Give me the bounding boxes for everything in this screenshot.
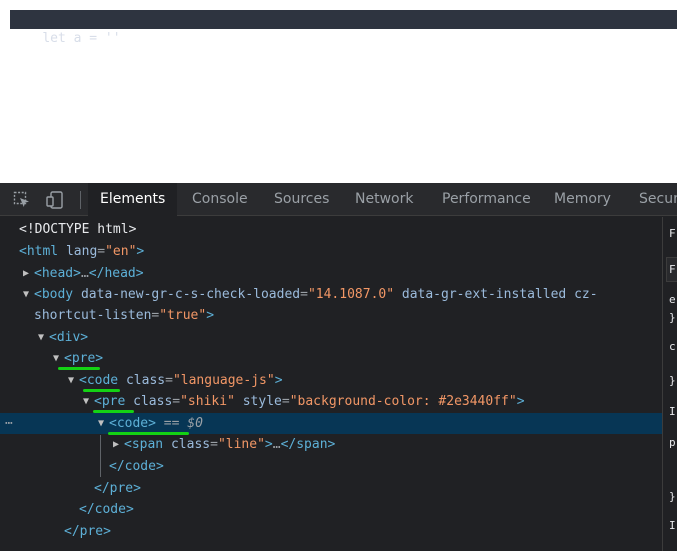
styles-fragment: c xyxy=(669,340,676,353)
styles-pane: F F e } c } I p } I xyxy=(662,217,677,551)
styles-fragment: I xyxy=(669,405,676,418)
span-node: <span class="line">…</span> xyxy=(124,437,336,452)
inspect-element-icon[interactable] xyxy=(13,191,31,209)
tree-row-body-cont: shortcut-listen="true"> xyxy=(0,305,662,326)
tab-sources[interactable]: Sources xyxy=(262,183,341,216)
tree-row-pre-shiki[interactable]: ▼ <pre class="shiki" style="background-c… xyxy=(0,391,662,412)
html-node: <html lang="en"> xyxy=(19,244,145,259)
device-toolbar-icon[interactable] xyxy=(46,191,64,209)
code-node: <code class="language-js"> xyxy=(79,373,283,388)
pre-node: <pre> xyxy=(64,351,104,366)
styles-fragment: e xyxy=(669,293,676,306)
dom-tree: <!DOCTYPE html> <html lang="en"> ▶ <head… xyxy=(0,217,662,551)
styles-fragment: } xyxy=(669,374,676,387)
tree-row-code-close[interactable]: </code> xyxy=(0,456,662,477)
expand-triangle-icon[interactable]: ▶ xyxy=(113,434,119,455)
code-selected-node: <code> == $0 xyxy=(109,416,203,431)
tree-row-html[interactable]: <html lang="en"> xyxy=(0,241,662,262)
collapse-triangle-icon[interactable]: ▼ xyxy=(68,370,74,391)
toolbar-divider xyxy=(80,191,81,209)
collapse-triangle-icon[interactable]: ▼ xyxy=(83,391,89,412)
devtools-panel: Elements Console Sources Network Perform… xyxy=(0,183,677,551)
tab-security[interactable]: Securi xyxy=(627,183,677,216)
code-line: let a = '' xyxy=(42,31,121,46)
div-node: <div> xyxy=(49,330,89,345)
collapse-triangle-icon[interactable]: ▼ xyxy=(23,284,29,305)
styles-fragment: I xyxy=(669,519,676,532)
body-node: <body data-new-gr-c-s-check-loaded="14.1… xyxy=(34,287,598,302)
head-node: <head>…</head> xyxy=(34,266,144,281)
collapse-triangle-icon[interactable]: ▼ xyxy=(53,348,59,369)
collapse-triangle-icon[interactable]: ▼ xyxy=(98,413,104,434)
styles-fragment: } xyxy=(669,311,676,324)
collapse-triangle-icon[interactable]: ▼ xyxy=(38,327,44,348)
tree-row-code-close-2[interactable]: </code> xyxy=(0,499,662,520)
code-close-tag: </code> xyxy=(79,502,134,517)
code-close-tag: </code> xyxy=(109,459,164,474)
tab-elements[interactable]: Elements xyxy=(88,183,178,216)
tree-row-pre-close[interactable]: </pre> xyxy=(0,478,662,499)
tab-performance[interactable]: Performance xyxy=(430,183,543,216)
page-viewport: let a = '' xyxy=(0,0,677,183)
code-block: let a = '' xyxy=(10,10,677,46)
tree-row-span[interactable]: ▶ <span class="line">…</span> xyxy=(0,434,662,455)
pre-close-tag: </pre> xyxy=(64,524,111,539)
styles-fragment: p xyxy=(669,436,676,449)
tree-row-code[interactable]: ▼ <code class="language-js"> xyxy=(0,370,662,391)
body-node-cont: shortcut-listen="true"> xyxy=(34,308,215,323)
tab-console[interactable]: Console xyxy=(180,183,260,216)
tree-row-body[interactable]: ▼ <body data-new-gr-c-s-check-loaded="14… xyxy=(0,284,662,305)
expand-triangle-icon[interactable]: ▶ xyxy=(23,263,29,284)
tree-row-doctype[interactable]: <!DOCTYPE html> xyxy=(0,219,662,240)
pre-close-tag: </pre> xyxy=(94,481,141,496)
tree-row-pre-close-2[interactable]: </pre> xyxy=(0,521,662,542)
tree-row-code-selected[interactable]: ⋯ ▼ <code> == $0 xyxy=(0,413,662,434)
tree-row-pre[interactable]: ▼ <pre> xyxy=(0,348,662,369)
styles-fragment: F xyxy=(669,227,676,240)
devtools-toolbar: Elements Console Sources Network Perform… xyxy=(0,183,677,216)
doctype-text: <!DOCTYPE html> xyxy=(19,222,137,237)
tab-network[interactable]: Network xyxy=(343,183,425,216)
tree-row-div[interactable]: ▼ <div> xyxy=(0,327,662,348)
tree-row-head[interactable]: ▶ <head>…</head> xyxy=(0,263,662,284)
pre-shiki-node: <pre class="shiki" style="background-col… xyxy=(94,394,525,409)
tab-memory[interactable]: Memory xyxy=(542,183,623,216)
styles-fragment: F xyxy=(669,263,676,276)
more-actions-icon[interactable]: ⋯ xyxy=(5,413,13,434)
styles-fragment: } xyxy=(669,490,676,503)
